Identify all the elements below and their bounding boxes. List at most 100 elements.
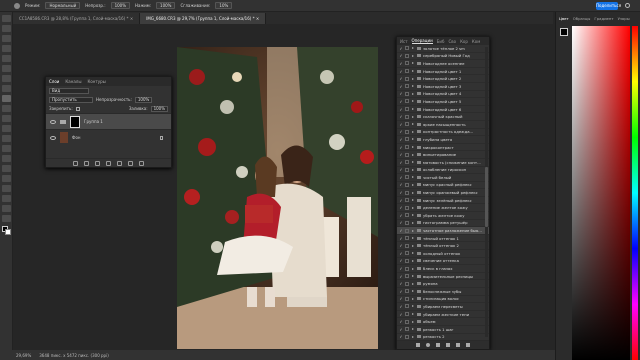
action-item[interactable]: ✓ холодный оттенок — [397, 250, 489, 258]
action-item[interactable]: ✓ гистограмма ретушёр — [397, 220, 489, 228]
marquee-tool-icon[interactable] — [2, 25, 11, 32]
action-item[interactable]: ✓ яркие насыщенность — [397, 121, 489, 129]
mode-select[interactable]: Нормальный — [45, 2, 81, 9]
expand-triangle-icon[interactable] — [412, 290, 414, 293]
action-item[interactable]: ✓ тёплый оттенок 1 — [397, 235, 489, 243]
action-item[interactable]: ✓ резкость 1 шаг — [397, 326, 489, 334]
color-field[interactable] — [572, 26, 630, 360]
dialog-toggle-icon[interactable] — [405, 289, 409, 294]
check-icon[interactable]: ✓ — [399, 99, 403, 104]
check-icon[interactable]: ✓ — [399, 53, 403, 58]
action-item[interactable]: ✓ серебряный Новый Год — [397, 53, 489, 61]
expand-triangle-icon[interactable] — [412, 161, 414, 164]
dialog-toggle-icon[interactable] — [405, 266, 409, 271]
action-item[interactable]: ✓ Новогодний цвет 5 — [397, 98, 489, 106]
zoom-level[interactable]: 29,69% — [16, 353, 31, 358]
check-icon[interactable]: ✓ — [399, 61, 403, 66]
check-icon[interactable]: ✓ — [399, 334, 403, 339]
dialog-toggle-icon[interactable] — [405, 243, 409, 248]
scroll-thumb[interactable] — [485, 167, 488, 227]
link-icon[interactable] — [73, 160, 78, 166]
adjustment-icon[interactable] — [106, 160, 111, 166]
trash-icon[interactable] — [139, 160, 144, 166]
check-icon[interactable]: ✓ — [399, 190, 403, 195]
dialog-toggle-icon[interactable] — [405, 69, 409, 74]
expand-triangle-icon[interactable] — [412, 146, 414, 149]
frame-tool-icon[interactable] — [2, 65, 11, 72]
dialog-toggle-icon[interactable] — [405, 137, 409, 142]
action-item[interactable]: ✓ матовость (снижение конт... — [397, 159, 489, 167]
check-icon[interactable]: ✓ — [399, 91, 403, 96]
tab-layers[interactable]: Слои — [49, 79, 59, 84]
action-item[interactable]: ✓ минус красный рефлекс — [397, 182, 489, 190]
mask-icon[interactable] — [95, 160, 100, 166]
expand-triangle-icon[interactable] — [412, 244, 414, 247]
check-icon[interactable]: ✓ — [399, 145, 403, 150]
tab-properties[interactable]: Сво — [448, 39, 456, 44]
brush-preset-icon[interactable] — [14, 2, 20, 9]
check-icon[interactable]: ✓ — [399, 76, 403, 81]
dialog-toggle-icon[interactable] — [405, 205, 409, 210]
expand-triangle-icon[interactable] — [412, 305, 414, 308]
expand-triangle-icon[interactable] — [412, 282, 414, 285]
action-item[interactable]: ✓ минус оранжевый рефлекс — [397, 189, 489, 197]
check-icon[interactable]: ✓ — [399, 296, 403, 301]
expand-triangle-icon[interactable] — [412, 267, 414, 270]
check-icon[interactable]: ✓ — [399, 236, 403, 241]
play-icon[interactable] — [436, 343, 440, 347]
tab-channels[interactable]: Каналы — [65, 79, 81, 84]
smoothing-field[interactable]: 10% — [215, 2, 233, 9]
check-icon[interactable]: ✓ — [399, 258, 403, 263]
action-item[interactable]: ✓ Новогодний цвет 2 — [397, 75, 489, 83]
tab-paths[interactable]: Контуры — [87, 79, 105, 84]
blend-mode-select[interactable]: Пропустить — [49, 96, 93, 103]
layer-opacity-field[interactable]: 100% — [134, 96, 153, 103]
dialog-toggle-icon[interactable] — [405, 334, 409, 339]
action-item[interactable]: ✓ убираем пересветы — [397, 303, 489, 311]
tab-adjustments[interactable]: Кор — [460, 39, 468, 44]
dialog-toggle-icon[interactable] — [405, 304, 409, 309]
dialog-toggle-icon[interactable] — [405, 84, 409, 89]
check-icon[interactable]: ✓ — [399, 251, 403, 256]
layer-mask-thumbnail[interactable] — [70, 115, 80, 128]
action-item[interactable]: ✓ Новогодний цвет 3 — [397, 83, 489, 91]
dialog-toggle-icon[interactable] — [405, 236, 409, 241]
expand-triangle-icon[interactable] — [412, 138, 414, 141]
expand-triangle-icon[interactable] — [412, 85, 414, 88]
expand-triangle-icon[interactable] — [412, 168, 414, 171]
dialog-toggle-icon[interactable] — [405, 327, 409, 332]
expand-triangle-icon[interactable] — [412, 62, 414, 65]
expand-triangle-icon[interactable] — [412, 54, 414, 57]
new-layer-icon[interactable] — [128, 160, 133, 166]
lasso-tool-icon[interactable] — [2, 35, 11, 42]
document-image[interactable] — [177, 47, 378, 349]
tab-patterns[interactable]: Узоры — [618, 16, 630, 21]
check-icon[interactable]: ✓ — [399, 122, 403, 127]
check-icon[interactable]: ✓ — [399, 69, 403, 74]
expand-triangle-icon[interactable] — [412, 259, 414, 262]
tab-libraries[interactable]: Биб — [437, 39, 445, 44]
dialog-toggle-icon[interactable] — [405, 152, 409, 157]
foreground-swatch[interactable] — [560, 28, 568, 36]
eye-icon[interactable] — [50, 119, 56, 124]
action-item[interactable]: ✓ контрастность одежда... — [397, 129, 489, 137]
check-icon[interactable]: ✓ — [399, 220, 403, 225]
check-icon[interactable]: ✓ — [399, 266, 403, 271]
check-icon[interactable]: ✓ — [399, 304, 403, 309]
action-item[interactable]: ✓ микроконтраст — [397, 144, 489, 152]
stop-icon[interactable] — [416, 343, 420, 347]
action-item[interactable]: ✓ минус зелёный рефлекс — [397, 197, 489, 205]
tab-swatches[interactable]: Образцы — [573, 16, 591, 21]
check-icon[interactable]: ✓ — [399, 228, 403, 233]
gradient-tool-icon[interactable] — [2, 135, 11, 142]
dialog-toggle-icon[interactable] — [405, 76, 409, 81]
check-icon[interactable]: ✓ — [399, 152, 403, 157]
action-item[interactable]: ✓ глубина цвета — [397, 136, 489, 144]
layer-row-background[interactable]: Фон — [46, 129, 171, 145]
shape-tool-icon[interactable] — [2, 195, 11, 202]
action-item[interactable]: ✓ чистый белый — [397, 174, 489, 182]
check-icon[interactable]: ✓ — [399, 312, 403, 317]
action-item[interactable]: ✓ выразительные ресницы — [397, 273, 489, 281]
eyedropper-tool-icon[interactable] — [2, 75, 11, 82]
action-item[interactable]: ✓ блеск в глазах — [397, 265, 489, 273]
